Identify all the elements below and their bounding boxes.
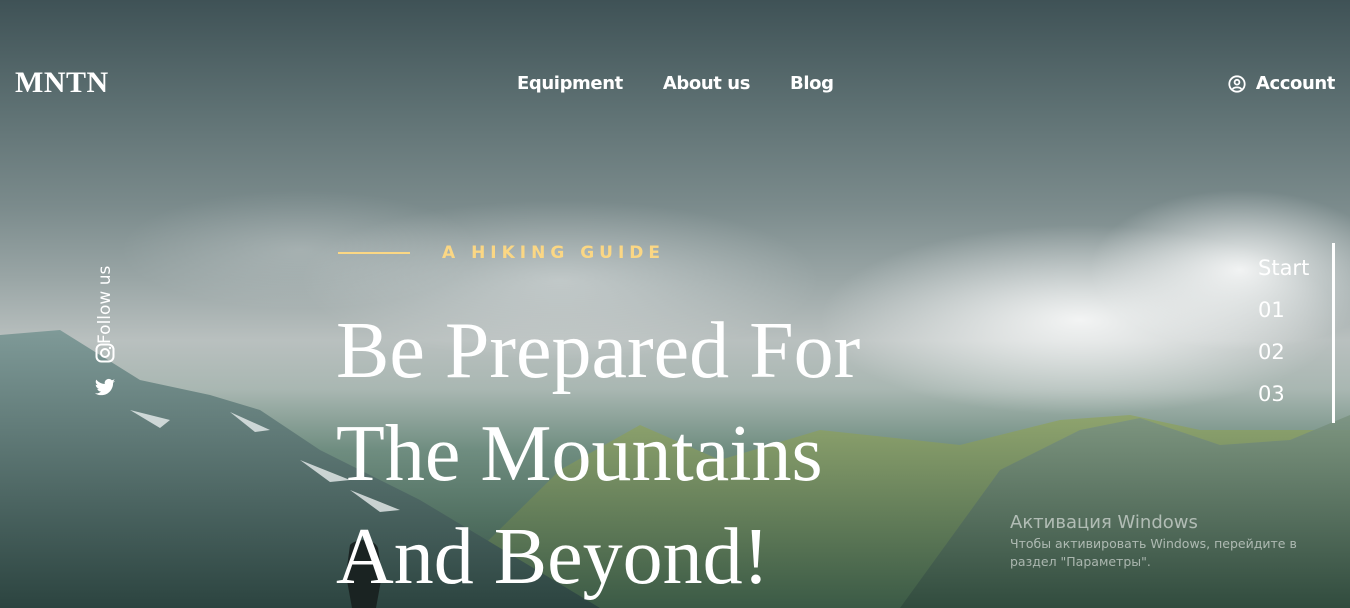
hero-title-line-2: The Mountains <box>336 410 823 498</box>
nav-item-blog[interactable]: Blog <box>790 73 834 94</box>
nav-item-equipment[interactable]: Equipment <box>517 73 623 94</box>
user-circle-icon <box>1228 74 1246 93</box>
main-nav: Equipment About us Blog <box>517 73 834 94</box>
pager-item-01[interactable]: 01 <box>1258 298 1309 340</box>
hero-title: Be Prepared For The Mountains And Beyond… <box>336 300 976 608</box>
pager-item-start[interactable]: Start <box>1258 256 1309 298</box>
watermark-title: Активация Windows <box>1010 512 1198 533</box>
instagram-icon[interactable] <box>95 343 115 363</box>
nav-item-about-us[interactable]: About us <box>663 73 751 94</box>
hero-title-line-3: And Beyond! <box>336 513 770 601</box>
account-link[interactable]: Account <box>1228 73 1335 94</box>
twitter-icon[interactable] <box>94 378 116 398</box>
watermark-text: Чтобы активировать Windows, перейдите в … <box>1010 536 1297 569</box>
pager-item-03[interactable]: 03 <box>1258 382 1309 424</box>
account-label: Account <box>1255 73 1335 94</box>
windows-activation-watermark: Активация Windows Чтобы активировать Win… <box>1010 512 1320 571</box>
kicker-line <box>338 252 410 254</box>
hero-kicker: A HIKING GUIDE <box>338 243 665 263</box>
section-pager: Start 01 02 03 <box>1255 243 1335 423</box>
hero-title-line-1: Be Prepared For <box>336 307 861 395</box>
pager-item-02[interactable]: 02 <box>1258 340 1309 382</box>
follow-us-label: Follow us <box>95 265 115 344</box>
kicker-text: A HIKING GUIDE <box>442 243 666 263</box>
pager-indicator-bar <box>1332 243 1335 423</box>
brand-logo[interactable]: MNTN <box>15 66 109 100</box>
social-sidebar: Follow us <box>93 258 117 408</box>
